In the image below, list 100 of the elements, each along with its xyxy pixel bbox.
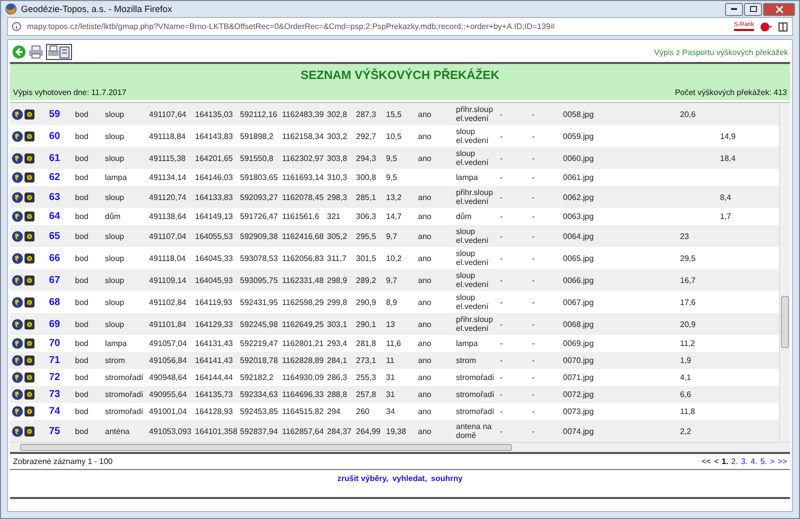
table-cell-text: bod — [75, 406, 90, 418]
table-cell-text: ano — [418, 252, 432, 264]
table-cell-text: 1,9 — [680, 355, 692, 367]
globe-icon[interactable] — [12, 152, 23, 164]
table-cell-text: 260 — [356, 406, 370, 418]
record-link[interactable]: 67 — [49, 274, 60, 286]
record-link[interactable]: 74 — [49, 406, 60, 417]
table-cell-text: 164128,93 — [195, 406, 234, 418]
photo-icon[interactable] — [24, 426, 35, 436]
page-link[interactable]: 4. — [750, 457, 758, 466]
info-icon[interactable] — [12, 22, 21, 31]
record-link[interactable]: 65 — [49, 230, 60, 242]
table-cell-text: antena na domě — [456, 421, 493, 442]
table-cell-text: 591898,2 — [240, 130, 274, 142]
minimize-button[interactable] — [725, 2, 743, 16]
table-cell-text: 1162416,68 — [282, 230, 325, 242]
back-button[interactable] — [12, 44, 26, 60]
table-cell-text: ano — [418, 296, 432, 308]
footer-link[interactable]: vyhledat, — [392, 474, 428, 483]
photo-icon[interactable] — [24, 338, 35, 349]
horizontal-scrollbar[interactable] — [10, 442, 790, 452]
browser-logo-icon — [5, 3, 17, 15]
page-link[interactable]: 5. — [760, 457, 767, 466]
table-cell-text: 289,2 — [356, 274, 378, 286]
table-cell-text: bod — [75, 172, 90, 184]
record-link[interactable]: 60 — [49, 130, 60, 142]
record-link[interactable]: 69 — [49, 318, 60, 330]
photo-icon[interactable] — [24, 192, 35, 202]
record-link[interactable]: 73 — [49, 389, 60, 400]
photo-icon[interactable] — [24, 389, 35, 400]
table-cell-text: 164141,43 — [195, 355, 234, 367]
record-link[interactable]: 64 — [49, 211, 60, 222]
record-link[interactable]: 70 — [49, 338, 60, 349]
photo-icon[interactable] — [24, 252, 35, 264]
globe-icon[interactable] — [12, 172, 23, 183]
record-link[interactable]: 63 — [49, 192, 60, 202]
page-link[interactable]: 2. — [731, 457, 738, 466]
record-link[interactable]: 75 — [49, 426, 60, 436]
print-button[interactable] — [28, 44, 44, 60]
photo-icon[interactable] — [24, 372, 35, 383]
globe-icon[interactable] — [12, 426, 23, 436]
record-link[interactable]: 59 — [49, 108, 60, 120]
photo-icon[interactable] — [24, 318, 35, 330]
globe-icon[interactable] — [12, 318, 23, 330]
table-cell-text: - — [532, 152, 536, 164]
table-cell-text: 1162828,89 — [282, 355, 325, 367]
table-cell-text: 0065.jpg — [563, 252, 595, 264]
globe-icon[interactable] — [12, 296, 23, 308]
record-link[interactable]: 66 — [49, 252, 60, 264]
photo-icon[interactable] — [24, 355, 35, 366]
globe-icon[interactable] — [12, 338, 23, 349]
table-cell-text: 20,9 — [680, 318, 697, 330]
globe-icon[interactable] — [12, 274, 23, 286]
page-link[interactable]: 3. — [740, 457, 748, 466]
globe-icon[interactable] — [12, 406, 23, 417]
record-link[interactable]: 71 — [49, 355, 60, 366]
table-cell-text: - — [532, 192, 536, 204]
record-link[interactable]: 61 — [49, 152, 60, 164]
photo-icon[interactable] — [24, 296, 35, 308]
record-link[interactable]: 72 — [49, 372, 60, 383]
table-cell-text: 0072.jpg — [563, 389, 595, 401]
photo-icon[interactable] — [24, 172, 35, 183]
globe-icon[interactable] — [12, 130, 23, 142]
photo-icon[interactable] — [24, 130, 35, 142]
record-link[interactable]: 68 — [49, 296, 60, 308]
photo-icon[interactable] — [24, 230, 35, 242]
footer-link[interactable]: souhrny — [431, 474, 463, 483]
table-cell-text: 14,7 — [386, 211, 403, 223]
globe-icon[interactable] — [12, 252, 23, 264]
table-cell-text: 593095,75 — [240, 274, 279, 286]
table-cell-text: 491057,04 — [149, 338, 188, 350]
table-cell-text: - — [500, 318, 504, 330]
globe-icon[interactable] — [12, 108, 23, 120]
page-link[interactable]: > — [770, 457, 775, 466]
close-button[interactable] — [763, 2, 795, 16]
photo-icon[interactable] — [24, 211, 35, 222]
photo-icon[interactable] — [24, 406, 35, 417]
globe-icon[interactable] — [12, 192, 23, 202]
table-cell-text: dům — [456, 211, 473, 223]
maximize-button[interactable] — [744, 2, 762, 16]
print-preview-button[interactable] — [46, 44, 72, 60]
globe-icon[interactable] — [12, 211, 23, 222]
photo-icon[interactable] — [24, 152, 35, 164]
table-cell-text: 1161693,14 — [282, 172, 325, 184]
table-cell-text: 164135,03 — [195, 108, 234, 120]
records-info: Zobrazené záznamy 1 - 100 — [13, 457, 113, 466]
globe-icon[interactable] — [12, 230, 23, 242]
passport-link[interactable]: Výpis z Pasportu výškových překážek — [654, 48, 788, 56]
record-link[interactable]: 62 — [49, 172, 60, 183]
footer-link[interactable]: zrušit výběry, — [337, 474, 388, 483]
page-link[interactable]: 1. — [722, 457, 728, 466]
globe-icon[interactable] — [12, 372, 23, 383]
photo-icon[interactable] — [24, 108, 35, 120]
page-link[interactable]: >> — [778, 457, 787, 466]
photo-icon[interactable] — [24, 274, 35, 286]
table-cell-text: lampa — [105, 338, 128, 350]
globe-icon[interactable] — [12, 389, 23, 400]
table-cell-text: ano — [418, 274, 432, 286]
globe-icon[interactable] — [12, 355, 23, 366]
vertical-scrollbar[interactable] — [779, 103, 790, 442]
